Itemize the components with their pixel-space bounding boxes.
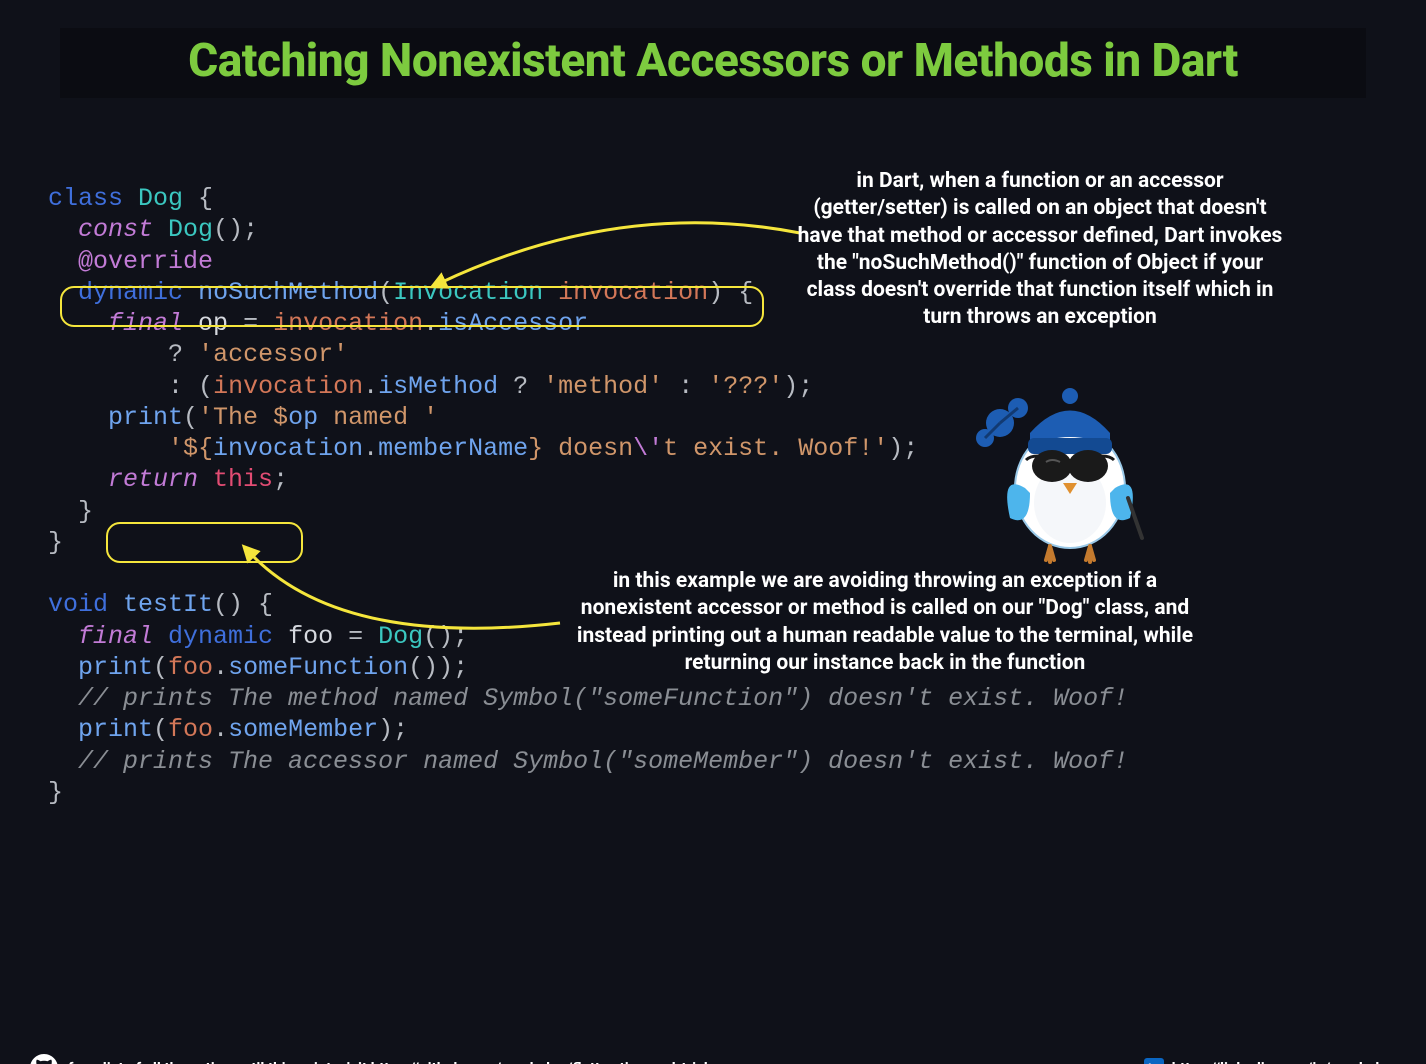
prop-isaccessor: isAccessor xyxy=(438,309,588,338)
punct: } xyxy=(48,528,63,557)
title-bar: Catching Nonexistent Accessors or Method… xyxy=(60,28,1366,98)
var-op: op xyxy=(198,309,228,338)
footer: for a list of all these tips until this … xyxy=(30,1054,1396,1064)
var-invocation: invocation xyxy=(213,372,363,401)
annotation-top: in Dart, when a function or an accessor … xyxy=(790,168,1290,332)
fn-print: print xyxy=(78,653,153,682)
punct: ); xyxy=(783,372,813,401)
comment: // prints The method named Symbol("someF… xyxy=(78,684,1128,713)
fn-print: print xyxy=(108,403,183,432)
page-title: Catching Nonexistent Accessors or Method… xyxy=(60,34,1366,88)
keyword-dynamic: dynamic xyxy=(168,622,273,651)
string-method: 'method' xyxy=(543,372,663,401)
keyword-final: final xyxy=(78,622,153,651)
comment: // prints The accessor named Symbol("som… xyxy=(78,747,1128,776)
punct: () { xyxy=(213,590,273,619)
punct: (); xyxy=(213,215,258,244)
var-foo: foo xyxy=(288,622,333,651)
punct: { xyxy=(183,184,213,213)
method-somefunction: someFunction xyxy=(228,653,408,682)
string-unknown: '???' xyxy=(708,372,783,401)
type-invocation: Invocation xyxy=(393,278,543,307)
annotation-mid: in this example we are avoiding throwing… xyxy=(555,568,1215,677)
string: } doesn xyxy=(528,434,633,463)
prop-ismethod: isMethod xyxy=(378,372,498,401)
punct: ); xyxy=(888,434,918,463)
punct: . xyxy=(423,309,438,338)
var-foo: foo xyxy=(168,653,213,682)
string: '${ xyxy=(168,434,213,463)
string: named ' xyxy=(318,403,438,432)
keyword-void: void xyxy=(48,590,108,619)
punct: ? xyxy=(168,340,183,369)
punct: () xyxy=(408,653,438,682)
punct: (); xyxy=(423,622,468,651)
punct: ; xyxy=(273,465,288,494)
fn-print: print xyxy=(78,715,153,744)
keyword-this: this xyxy=(213,465,273,494)
fn-testit: testIt xyxy=(123,590,213,619)
type-dog: Dog xyxy=(378,622,423,651)
footer-left: for a list of all these tips until this … xyxy=(30,1054,720,1064)
punct: : xyxy=(168,372,183,401)
type-dog: Dog xyxy=(138,184,183,213)
interp-invocation: invocation xyxy=(213,434,363,463)
punct: ) xyxy=(708,278,723,307)
string: 'The $ xyxy=(198,403,288,432)
punct: ); xyxy=(438,653,468,682)
punct: ( xyxy=(153,715,168,744)
keyword-final: final xyxy=(108,309,183,338)
mascot-bird xyxy=(970,378,1150,568)
keyword-return: return xyxy=(108,465,198,494)
var-foo: foo xyxy=(168,715,213,744)
escape: \' xyxy=(633,434,663,463)
method-nosuchmethod: noSuchMethod xyxy=(198,278,378,307)
footer-right: in https://linkedin.com/in/vandadnp xyxy=(1144,1058,1396,1064)
punct: } xyxy=(78,497,93,526)
annotation-override: @override xyxy=(78,247,213,276)
keyword-class: class xyxy=(48,184,123,213)
punct: ? xyxy=(498,372,543,401)
constructor-dog: Dog xyxy=(168,215,213,244)
prop-somemember: someMember xyxy=(228,715,378,744)
footer-github-text: for a list of all these tips until this … xyxy=(68,1059,720,1064)
punct: ( xyxy=(183,403,198,432)
var-invocation: invocation xyxy=(273,309,423,338)
string-accessor: 'accessor' xyxy=(198,340,348,369)
punct: = xyxy=(333,622,378,651)
punct: . xyxy=(363,434,378,463)
punct: . xyxy=(213,715,228,744)
param-invocation: invocation xyxy=(558,278,708,307)
punct: = xyxy=(228,309,273,338)
punct: { xyxy=(723,278,753,307)
punct: ); xyxy=(378,715,408,744)
string: t exist. Woof!' xyxy=(663,434,888,463)
punct: ( xyxy=(378,278,393,307)
keyword-const: const xyxy=(78,215,153,244)
footer-linkedin-text: https://linkedin.com/in/vandadnp xyxy=(1172,1059,1396,1064)
punct: ( xyxy=(183,372,213,401)
github-icon xyxy=(30,1054,58,1064)
punct: : xyxy=(663,372,708,401)
keyword-dynamic: dynamic xyxy=(78,278,183,307)
linkedin-icon: in xyxy=(1144,1058,1164,1064)
interp-op: op xyxy=(288,403,318,432)
punct: . xyxy=(363,372,378,401)
punct: . xyxy=(213,653,228,682)
punct: } xyxy=(48,778,63,807)
interp-membername: memberName xyxy=(378,434,528,463)
punct: ( xyxy=(153,653,168,682)
